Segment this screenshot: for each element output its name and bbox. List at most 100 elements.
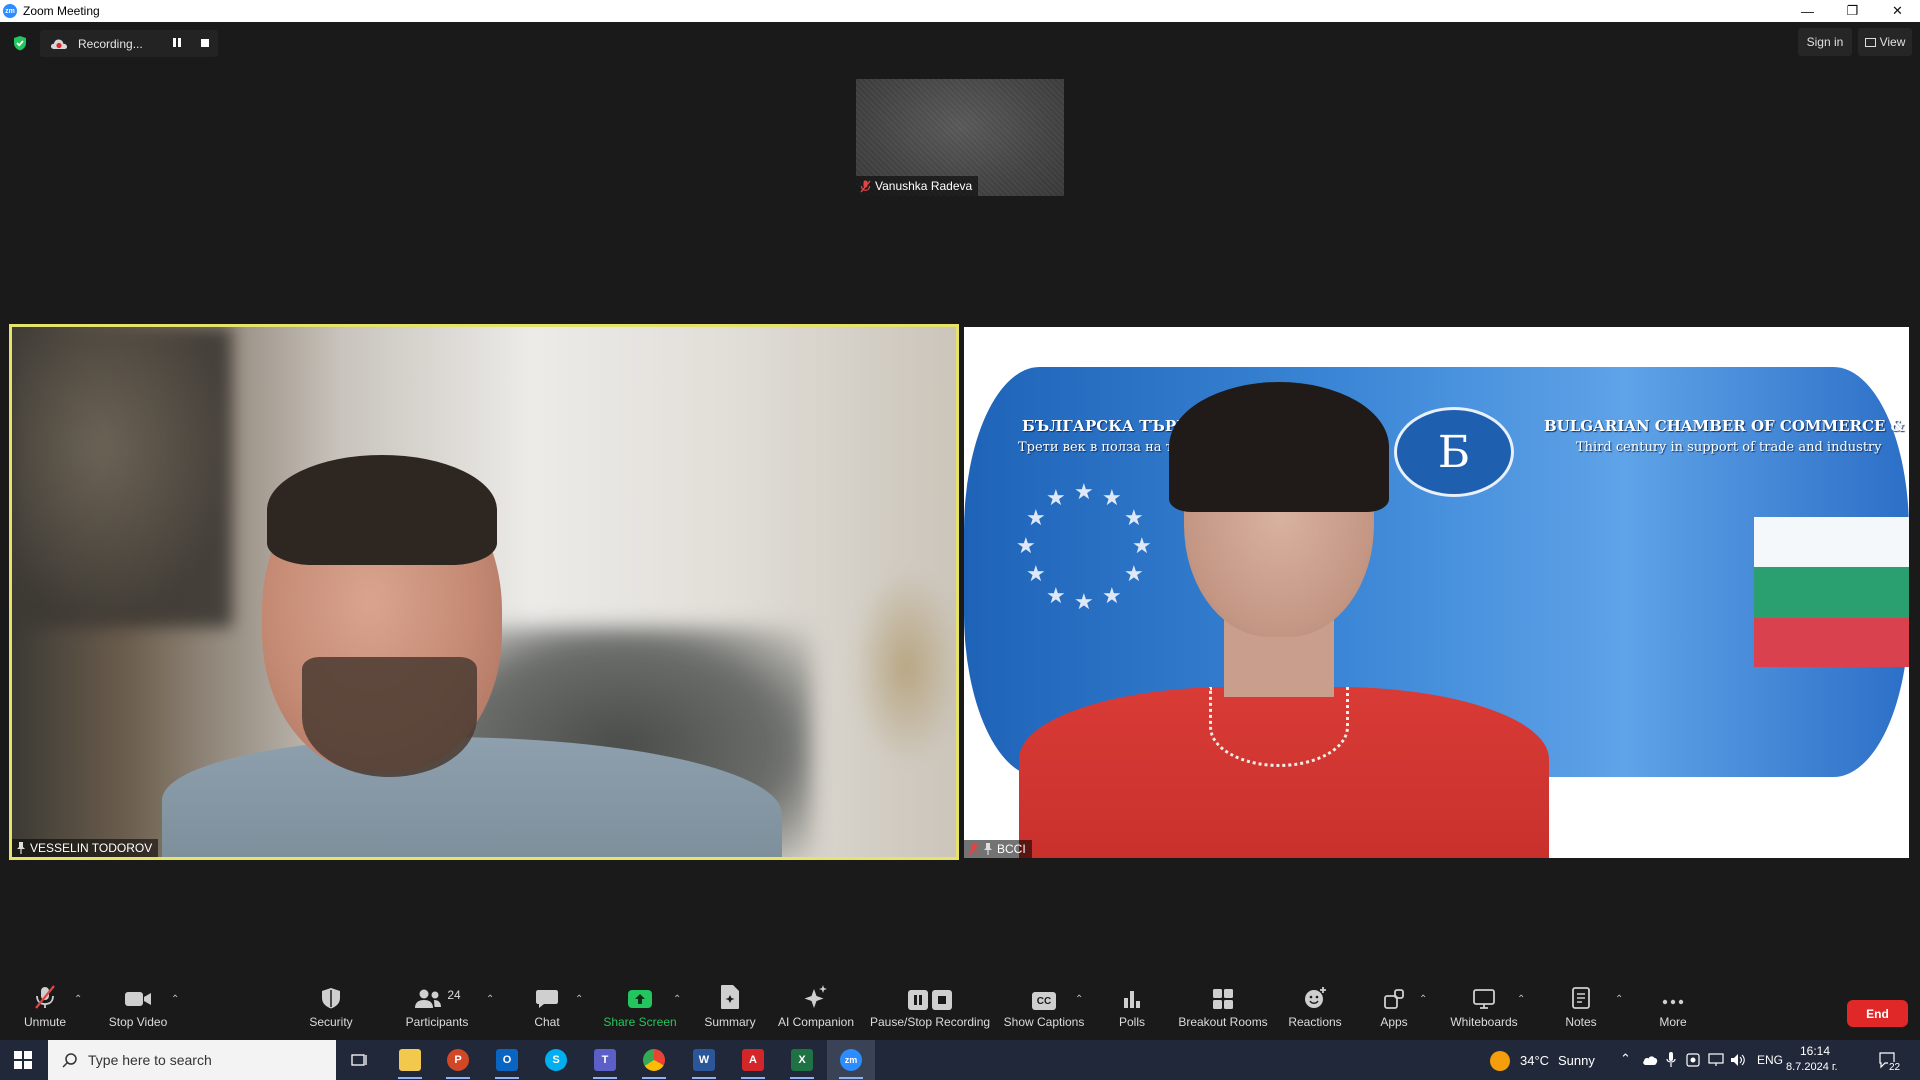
restore-button[interactable]: ❐ — [1830, 0, 1875, 22]
ai-sparkle-icon — [804, 985, 827, 1008]
pause-icon — [908, 990, 928, 1010]
captions-options-chevron-icon[interactable]: ⌃ — [1075, 994, 1083, 1005]
reactions-label: Reactions — [1288, 1015, 1342, 1029]
close-button[interactable]: ✕ — [1875, 0, 1920, 22]
excel-app[interactable]: X — [778, 1040, 826, 1080]
sign-in-button[interactable]: Sign in — [1798, 28, 1852, 56]
start-button[interactable] — [0, 1040, 46, 1080]
notes-button[interactable]: Notes — [1564, 984, 1598, 1040]
participant-name: Vanushka Radeva — [875, 179, 973, 193]
summary-button[interactable]: Summary — [702, 984, 758, 1040]
more-button[interactable]: More — [1657, 984, 1689, 1040]
participants-count: 24 — [447, 988, 461, 1002]
network-icon[interactable] — [1708, 1053, 1724, 1067]
apps-icon — [1384, 989, 1404, 1009]
view-button[interactable]: View — [1858, 28, 1912, 56]
show-captions-button[interactable]: CC Show Captions — [1002, 984, 1086, 1040]
ai-companion-button[interactable]: AI Companion — [776, 984, 856, 1040]
svg-text:★: ★ — [1046, 485, 1066, 510]
unmute-button[interactable]: Unmute — [18, 984, 72, 1040]
task-view-button[interactable] — [336, 1040, 384, 1080]
participant-name: BCCI — [997, 842, 1026, 856]
weather-sun-icon — [1490, 1051, 1510, 1071]
whiteboards-button[interactable]: Whiteboards — [1449, 984, 1519, 1040]
pin-icon — [984, 843, 992, 855]
acrobat-app[interactable]: A — [729, 1040, 777, 1080]
notes-options-chevron-icon[interactable]: ⌃ — [1615, 994, 1623, 1005]
apps-options-chevron-icon[interactable]: ⌃ — [1419, 994, 1427, 1005]
onedrive-cloud-icon[interactable] — [1642, 1054, 1658, 1066]
security-button[interactable]: Security — [306, 984, 356, 1040]
video-tile-active-speaker[interactable]: VESSELIN TODOROV — [9, 324, 959, 860]
svg-text:★: ★ — [1026, 561, 1046, 586]
show-hidden-icons-chevron-icon[interactable]: ⌃ — [1620, 1051, 1631, 1067]
stop-recording-icon[interactable] — [201, 39, 209, 47]
windows-logo-icon — [14, 1051, 32, 1069]
whiteboard-icon — [1473, 989, 1495, 1009]
pause-recording-icon[interactable] — [173, 38, 181, 47]
pause-stop-recording-button[interactable]: Pause/Stop Recording — [870, 984, 990, 1040]
stop-icon — [932, 990, 952, 1010]
unmute-label: Unmute — [23, 1015, 67, 1029]
summary-label: Summary — [704, 1015, 756, 1029]
share-screen-button[interactable]: Share Screen — [603, 984, 677, 1040]
window-controls: — ❐ ✕ — [1785, 0, 1920, 22]
stop-video-button[interactable]: Stop Video — [103, 984, 173, 1040]
outlook-app[interactable]: O — [483, 1040, 531, 1080]
microphone-tray-icon[interactable] — [1666, 1052, 1676, 1068]
notes-icon — [1572, 987, 1590, 1009]
input-language[interactable]: ENG — [1757, 1053, 1783, 1067]
reactions-button[interactable]: Reactions — [1288, 984, 1342, 1040]
person-hair — [267, 455, 497, 565]
chat-label: Chat — [534, 1015, 560, 1029]
clock-date[interactable]: 8.7.2024 г. — [1786, 1061, 1838, 1073]
chat-options-chevron-icon[interactable]: ⌃ — [575, 994, 583, 1005]
chat-button[interactable]: Chat — [532, 984, 562, 1040]
bcci-logo: Б — [1394, 407, 1514, 497]
show-captions-label: Show Captions — [1003, 1015, 1085, 1029]
audio-options-chevron-icon[interactable]: ⌃ — [74, 994, 82, 1005]
file-explorer-app[interactable] — [386, 1040, 434, 1080]
zoom-app[interactable]: zm — [827, 1040, 875, 1080]
end-meeting-button[interactable]: End — [1847, 1000, 1908, 1027]
taskbar-search-box[interactable]: Type here to search — [48, 1040, 336, 1080]
banner-title-en: BULGARIAN CHAMBER OF COMMERCE & INDUSTRY — [1544, 417, 1909, 435]
temperature: 34°C — [1520, 1053, 1550, 1068]
participants-icon — [415, 989, 442, 1008]
encryption-shield-icon[interactable] — [12, 35, 28, 51]
chrome-app[interactable] — [630, 1040, 678, 1080]
meet-now-icon[interactable] — [1686, 1053, 1700, 1067]
svg-text:★: ★ — [1102, 485, 1122, 510]
reactions-smiley-icon — [1305, 987, 1326, 1008]
teams-app[interactable]: T — [581, 1040, 629, 1080]
bulgarian-flag-graphic — [1754, 517, 1909, 667]
title-bar: zm Zoom Meeting — ❐ ✕ — [0, 0, 1920, 22]
participants-options-chevron-icon[interactable]: ⌃ — [486, 994, 494, 1005]
volume-icon[interactable] — [1730, 1053, 1746, 1067]
video-tile-bcci[interactable]: ★ ★ ★ ★ ★ ★ ★ ★ ★ ★ ★ ★ Б БЪЛГАРСКА ТЪРГОВСКО … — [964, 327, 1909, 858]
chrome-icon — [643, 1049, 665, 1071]
whiteboards-options-chevron-icon[interactable]: ⌃ — [1517, 994, 1525, 1005]
polls-bar-chart-icon — [1124, 991, 1140, 1008]
participant-thumbnail[interactable]: Vanushka Radeva — [856, 79, 1064, 196]
windows-taskbar: Type here to search P O S T W A X zm 34°… — [0, 1040, 1920, 1080]
eu-stars-graphic: ★ ★ ★★ ★★ ★★ ★★ ★★ — [1016, 479, 1152, 614]
polls-button[interactable]: Polls — [1118, 984, 1146, 1040]
breakout-rooms-button[interactable]: Breakout Rooms — [1178, 984, 1268, 1040]
notes-label: Notes — [1565, 1015, 1597, 1029]
minimize-button[interactable]: — — [1785, 0, 1830, 22]
apps-button[interactable]: Apps — [1380, 984, 1408, 1040]
muted-mic-icon — [35, 985, 55, 1009]
background-lamp — [852, 567, 956, 767]
clock-time[interactable]: 16:14 — [1800, 1044, 1830, 1058]
powerpoint-app[interactable]: P — [434, 1040, 482, 1080]
share-options-chevron-icon[interactable]: ⌃ — [673, 994, 681, 1005]
share-screen-label: Share Screen — [603, 1015, 677, 1029]
skype-app[interactable]: S — [532, 1040, 580, 1080]
weather-condition: Sunny — [1558, 1053, 1595, 1068]
word-app[interactable]: W — [680, 1040, 728, 1080]
video-options-chevron-icon[interactable]: ⌃ — [171, 994, 179, 1005]
summary-document-icon — [721, 985, 739, 1009]
muted-mic-icon — [968, 843, 979, 855]
participants-button[interactable]: 24 Participants — [403, 984, 471, 1040]
